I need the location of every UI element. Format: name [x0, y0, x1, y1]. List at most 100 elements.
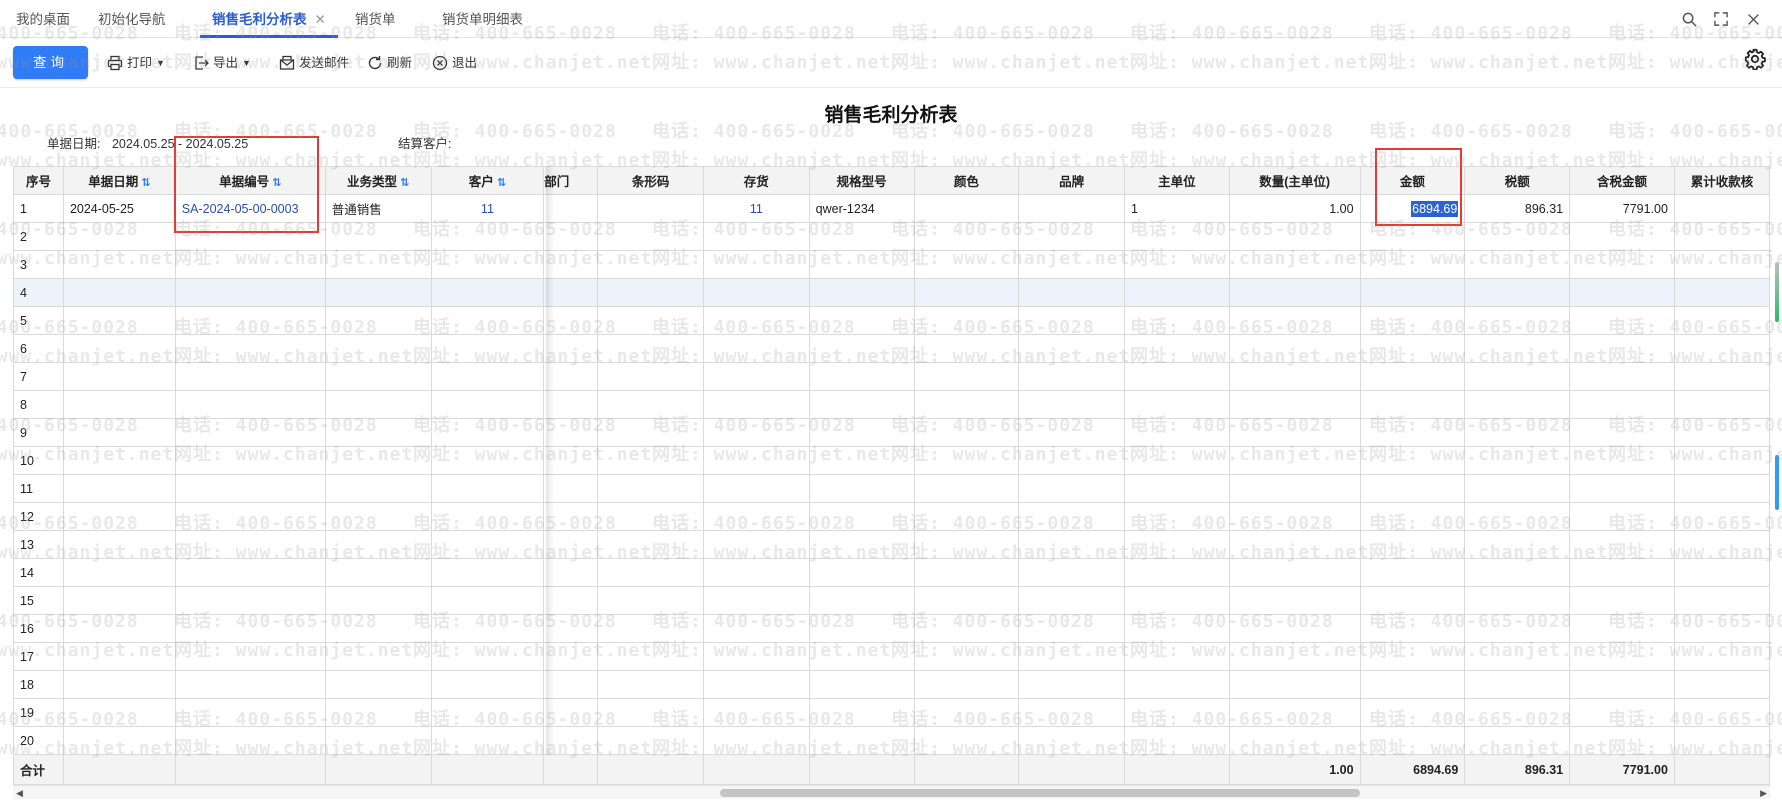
cell-spec[interactable] — [808, 614, 915, 643]
cell-brand[interactable] — [1018, 390, 1125, 419]
cell-seq[interactable]: 19 — [13, 698, 64, 727]
cell-amount[interactable] — [1359, 586, 1466, 615]
cell-dept[interactable] — [543, 250, 599, 279]
cell-color[interactable] — [913, 222, 1020, 251]
cell-recv[interactable] — [1673, 698, 1770, 727]
cell-dept[interactable] — [543, 586, 599, 615]
cell-taxamt[interactable] — [1569, 698, 1675, 727]
cell-taxamt[interactable] — [1569, 446, 1675, 475]
cell-item[interactable] — [702, 222, 810, 251]
cell-unit[interactable] — [1123, 278, 1230, 307]
cell-item[interactable] — [702, 334, 810, 363]
cell-qty[interactable] — [1228, 558, 1361, 587]
cell-recv[interactable] — [1673, 362, 1770, 391]
cell-brand[interactable] — [1018, 502, 1125, 531]
cell-date[interactable] — [62, 250, 176, 279]
cell-tax[interactable] — [1464, 306, 1571, 335]
cell-barcode[interactable] — [597, 558, 704, 587]
cell-dept[interactable] — [543, 530, 599, 559]
tab-sales-gross-profit[interactable]: 销售毛利分析表 ✕ — [200, 0, 338, 38]
cell-type[interactable] — [324, 502, 432, 531]
cell-customer[interactable] — [430, 530, 545, 559]
cell-item[interactable] — [702, 306, 810, 335]
cell-item[interactable] — [702, 362, 810, 391]
cell-customer[interactable] — [430, 698, 545, 727]
cell-taxamt[interactable] — [1569, 250, 1675, 279]
cell-seq[interactable]: 1 — [13, 194, 64, 223]
cell-seq[interactable]: 16 — [13, 614, 64, 643]
cell-seq[interactable]: 3 — [13, 250, 64, 279]
cell-amount[interactable] — [1359, 670, 1466, 699]
scroll-left-icon[interactable]: ◀ — [16, 786, 23, 800]
cell-amount[interactable] — [1359, 698, 1466, 727]
cell-item[interactable] — [702, 614, 810, 643]
cell-amount[interactable] — [1359, 222, 1466, 251]
cell-date[interactable] — [62, 362, 176, 391]
col-header[interactable]: 业务类型 ⇅ — [324, 166, 432, 195]
cell-code[interactable] — [174, 614, 326, 643]
cell-taxamt[interactable] — [1569, 362, 1675, 391]
cell-seq[interactable]: 11 — [13, 474, 64, 503]
vertical-scroll-indicator[interactable] — [1775, 455, 1779, 510]
cell-spec[interactable] — [808, 474, 915, 503]
cell-unit[interactable] — [1123, 362, 1230, 391]
cell-item[interactable] — [702, 446, 810, 475]
cell-unit[interactable] — [1123, 250, 1230, 279]
cell-dept[interactable] — [543, 362, 599, 391]
cell-date[interactable] — [62, 614, 176, 643]
close-icon[interactable]: ✕ — [315, 12, 326, 27]
cell-dept[interactable] — [543, 418, 599, 447]
cell-unit[interactable] — [1123, 418, 1230, 447]
cell-type[interactable] — [324, 614, 432, 643]
table-row[interactable]: 16 — [13, 614, 1770, 643]
cell-code[interactable] — [174, 390, 326, 419]
cell-customer[interactable] — [430, 558, 545, 587]
col-header[interactable]: 品牌 — [1018, 166, 1125, 195]
cell-taxamt[interactable] — [1569, 418, 1675, 447]
cell-code[interactable] — [174, 502, 326, 531]
cell-seq[interactable]: 17 — [13, 642, 64, 671]
cell-amount[interactable] — [1359, 390, 1466, 419]
cell-date[interactable] — [62, 446, 176, 475]
cell-seq[interactable]: 10 — [13, 446, 64, 475]
col-header[interactable]: 存货 — [702, 166, 810, 195]
cell-item[interactable] — [702, 698, 810, 727]
cell-brand[interactable] — [1018, 614, 1125, 643]
cell-date[interactable] — [62, 558, 176, 587]
cell-date[interactable] — [62, 474, 176, 503]
cell-qty[interactable] — [1228, 250, 1361, 279]
table-row[interactable]: 11 — [13, 474, 1770, 503]
sort-icon[interactable]: ⇅ — [272, 177, 281, 189]
cell-type[interactable] — [324, 278, 432, 307]
cell-seq[interactable]: 13 — [13, 530, 64, 559]
cell-qty[interactable] — [1228, 530, 1361, 559]
cell-barcode[interactable] — [597, 614, 704, 643]
col-header[interactable]: 主单位 — [1123, 166, 1230, 195]
cell-amount[interactable] — [1359, 446, 1466, 475]
cell-customer[interactable] — [430, 614, 545, 643]
cell-seq[interactable]: 15 — [13, 586, 64, 615]
cell-recv[interactable] — [1673, 306, 1770, 335]
cell-item[interactable] — [702, 642, 810, 671]
cell-brand[interactable] — [1018, 446, 1125, 475]
report-grid[interactable]: 序号 单据日期 ⇅ 单据编号 ⇅ 业务类型 ⇅ 客户 ⇅ 部门 条形码 存货 规格型号 … — [13, 166, 1770, 785]
cell-dept[interactable] — [543, 390, 599, 419]
cell-tax[interactable] — [1464, 642, 1571, 671]
cell-item[interactable] — [702, 558, 810, 587]
table-row[interactable]: 14 — [13, 558, 1770, 587]
horizontal-scrollbar[interactable]: ◀ ▶ — [13, 785, 1770, 799]
cell-type[interactable] — [324, 222, 432, 251]
print-button[interactable]: 打印 ▼ — [107, 50, 165, 76]
cell-taxamt[interactable] — [1569, 390, 1675, 419]
cell-taxamt[interactable] — [1569, 642, 1675, 671]
cell-spec[interactable] — [808, 586, 915, 615]
cell-customer[interactable] — [430, 726, 545, 755]
cell-seq[interactable]: 12 — [13, 502, 64, 531]
cell-seq[interactable]: 4 — [13, 278, 64, 307]
cell-customer[interactable] — [430, 586, 545, 615]
cell-amount[interactable] — [1359, 474, 1466, 503]
cell-barcode[interactable] — [597, 446, 704, 475]
cell-qty[interactable]: 1.00 — [1228, 194, 1361, 223]
cell-spec[interactable] — [808, 670, 915, 699]
table-row[interactable]: 5 — [13, 306, 1770, 335]
